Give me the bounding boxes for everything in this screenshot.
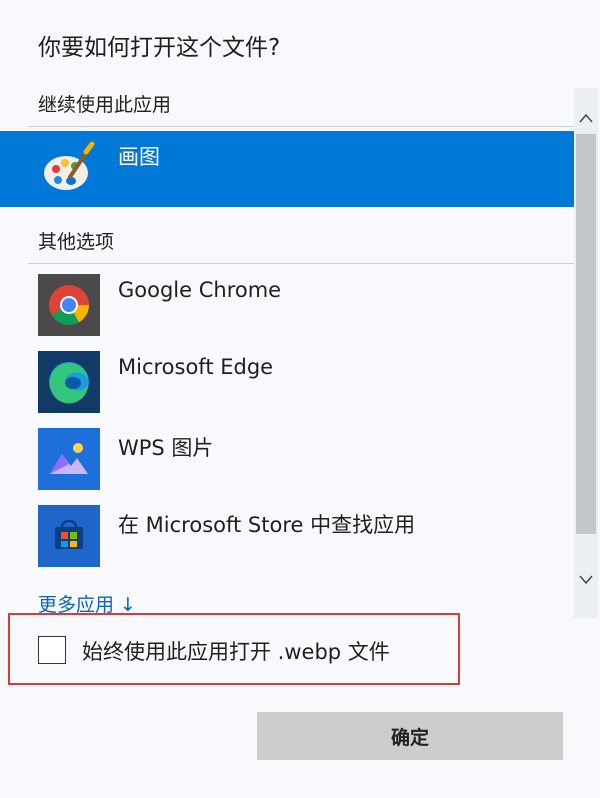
scrollbar[interactable] — [574, 88, 598, 618]
app-label-microsoft-store: 在 Microsoft Store 中查找应用 — [118, 513, 416, 537]
app-item-chrome[interactable]: Google Chrome — [0, 268, 574, 344]
app-item-paint[interactable]: 画图 — [0, 131, 574, 207]
app-label-wps-pictures: WPS 图片 — [118, 436, 214, 460]
section-header-other: 其他选项 — [38, 231, 115, 253]
divider — [28, 263, 574, 264]
scroll-thumb[interactable] — [576, 134, 596, 534]
always-use-checkbox[interactable] — [38, 636, 66, 664]
microsoft-store-icon — [38, 505, 100, 567]
ok-button[interactable]: 确定 — [257, 712, 563, 760]
always-use-label[interactable]: 始终使用此应用打开 .webp 文件 — [82, 636, 390, 666]
chrome-icon — [38, 274, 100, 336]
edge-icon — [38, 351, 100, 413]
section-header-continue: 继续使用此应用 — [38, 94, 172, 116]
paint-palette-icon — [38, 137, 100, 199]
dialog-title: 你要如何打开这个文件? — [38, 35, 281, 61]
app-item-wps-pictures[interactable]: WPS 图片 — [0, 422, 574, 498]
app-label-paint: 画图 — [118, 145, 160, 169]
wps-pictures-icon — [38, 428, 100, 490]
divider — [28, 126, 574, 127]
app-label-chrome: Google Chrome — [118, 278, 282, 302]
app-item-edge[interactable]: Microsoft Edge — [0, 345, 574, 421]
app-item-microsoft-store[interactable]: 在 Microsoft Store 中查找应用 — [0, 499, 574, 575]
scroll-up-icon[interactable] — [574, 104, 598, 132]
app-label-edge: Microsoft Edge — [118, 355, 274, 379]
scroll-down-icon[interactable] — [574, 566, 598, 594]
